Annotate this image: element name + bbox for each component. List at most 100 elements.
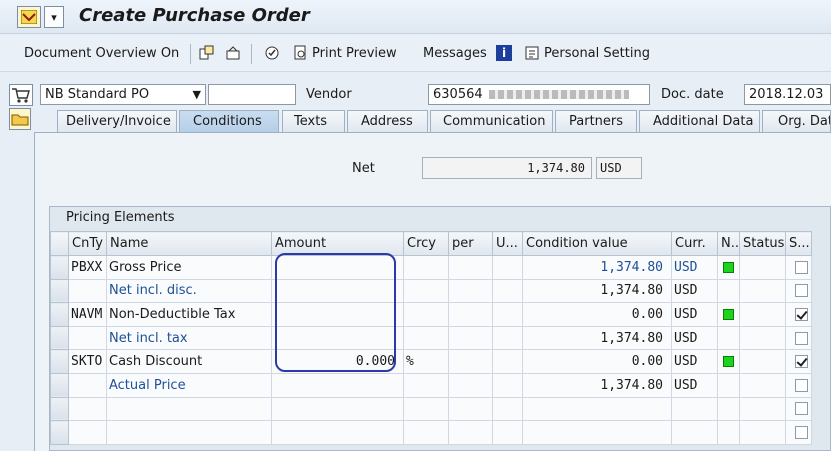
cell-crcy[interactable] <box>403 278 449 304</box>
vendor-field[interactable]: 630564 <box>428 84 650 105</box>
cell-crcy[interactable] <box>403 396 449 422</box>
row-selector[interactable] <box>50 420 69 445</box>
cell-unit[interactable] <box>492 278 523 304</box>
cell-amount[interactable] <box>271 372 404 398</box>
cell-per[interactable] <box>448 255 493 280</box>
table-row[interactable]: PBXX Gross Price 1,374.80 USD <box>50 255 812 280</box>
cell-name[interactable]: Non-Deductible Tax <box>106 302 272 327</box>
cell-unit[interactable] <box>492 255 523 280</box>
statistical-checkbox[interactable] <box>795 284 808 298</box>
cell-name[interactable]: Gross Price <box>106 255 272 280</box>
doc-date-field[interactable]: 2018.12.03 <box>744 84 831 105</box>
messages-button[interactable]: Messages <box>423 46 487 61</box>
row-selector[interactable] <box>50 396 69 422</box>
po-number-field[interactable] <box>208 84 296 105</box>
cell-unit[interactable] <box>492 396 523 422</box>
cell-unit[interactable] <box>492 420 523 445</box>
cell-per[interactable] <box>448 372 493 398</box>
column-header-condition-value[interactable]: Condition value <box>522 231 672 256</box>
tab-org-data[interactable]: Org. Data <box>762 110 831 132</box>
tab-address[interactable]: Address <box>347 110 428 132</box>
folder-icon[interactable] <box>9 108 31 130</box>
cell-per[interactable] <box>448 325 493 351</box>
cell-name[interactable] <box>106 420 272 445</box>
cell-crcy[interactable] <box>403 325 449 351</box>
cell-cnty[interactable] <box>68 325 107 351</box>
statistical-checkbox[interactable] <box>795 402 808 416</box>
row-selector[interactable] <box>50 278 69 304</box>
table-row[interactable] <box>50 396 812 422</box>
column-header-n[interactable]: N.. <box>717 231 740 256</box>
statistical-checkbox[interactable] <box>795 425 808 439</box>
cell-cnty[interactable] <box>68 372 107 398</box>
cell-cnty[interactable]: SKTO <box>68 349 107 374</box>
table-row[interactable]: NAVM Non-Deductible Tax 0.00 USD <box>50 302 812 327</box>
cell-crcy[interactable] <box>403 372 449 398</box>
tab-delivery-invoice[interactable]: Delivery/Invoice <box>57 110 177 132</box>
print-preview-icon[interactable] <box>292 45 308 61</box>
cell-crcy[interactable] <box>403 420 449 445</box>
chevron-down-icon[interactable]: ▼ <box>193 85 201 104</box>
row-selector[interactable] <box>50 255 69 280</box>
cell-cnty[interactable] <box>68 278 107 304</box>
tab-partners[interactable]: Partners <box>555 110 637 132</box>
statistical-checkbox[interactable] <box>795 331 808 345</box>
cell-name[interactable]: Actual Price <box>106 372 272 398</box>
document-overview-button[interactable]: Document Overview On <box>24 46 179 61</box>
cell-amount[interactable] <box>271 396 404 422</box>
cell-per[interactable] <box>448 349 493 374</box>
row-selector[interactable] <box>50 372 69 398</box>
column-header-amount[interactable]: Amount <box>271 231 404 256</box>
cell-amount[interactable] <box>271 420 404 445</box>
cell-unit[interactable] <box>492 325 523 351</box>
cell-cnty[interactable] <box>68 396 107 422</box>
table-row[interactable] <box>50 420 812 445</box>
cell-cnty[interactable]: PBXX <box>68 255 107 280</box>
cell-cnty[interactable] <box>68 420 107 445</box>
column-header-status[interactable]: Status <box>739 231 786 256</box>
sap-menu-button[interactable] <box>17 6 41 28</box>
row-selector[interactable] <box>50 325 69 351</box>
cell-name[interactable]: Net incl. tax <box>106 325 272 351</box>
tab-texts[interactable]: Texts <box>282 110 345 132</box>
statistical-checkbox[interactable] <box>795 307 808 321</box>
row-selector[interactable] <box>50 302 69 327</box>
cell-name[interactable]: Net incl. disc. <box>106 278 272 304</box>
hold-icon[interactable] <box>199 45 215 61</box>
row-selector[interactable] <box>50 349 69 374</box>
personal-setting-icon[interactable] <box>524 45 540 61</box>
statistical-checkbox[interactable] <box>795 378 808 392</box>
cell-name[interactable] <box>106 396 272 422</box>
table-row[interactable]: Actual Price 1,374.80 USD <box>50 372 812 398</box>
tab-communication[interactable]: Communication <box>430 110 553 132</box>
column-header-name[interactable]: Name <box>106 231 272 256</box>
tab-additional-data[interactable]: Additional Data <box>639 110 760 132</box>
document-overview-cart-icon[interactable] <box>9 84 33 106</box>
cell-cnty[interactable]: NAVM <box>68 302 107 327</box>
info-icon[interactable]: i <box>496 45 512 61</box>
table-row[interactable]: Net incl. disc. 1,374.80 USD <box>50 278 812 304</box>
print-preview-button[interactable]: Print Preview <box>312 46 397 61</box>
tab-conditions[interactable]: Conditions <box>179 110 279 132</box>
column-header-unit[interactable]: U... <box>492 231 523 256</box>
row-selector-header[interactable] <box>50 231 69 256</box>
cell-unit[interactable] <box>492 372 523 398</box>
cell-name[interactable]: Cash Discount <box>106 349 272 374</box>
column-header-crcy[interactable]: Crcy <box>403 231 449 256</box>
cell-crcy[interactable] <box>403 255 449 280</box>
other-purchase-order-icon[interactable] <box>225 45 241 61</box>
dropdown-menu-button[interactable]: ▾ <box>44 6 64 28</box>
cell-unit[interactable] <box>492 349 523 374</box>
table-row[interactable]: Net incl. tax 1,374.80 USD <box>50 325 812 351</box>
column-header-per[interactable]: per <box>448 231 493 256</box>
cell-per[interactable] <box>448 420 493 445</box>
column-header-curr[interactable]: Curr. <box>671 231 718 256</box>
cell-crcy[interactable]: % <box>403 349 449 374</box>
statistical-checkbox[interactable] <box>795 260 808 274</box>
table-row[interactable]: SKTO Cash Discount 0.000% 0.00 USD <box>50 349 812 374</box>
check-icon[interactable] <box>264 45 280 61</box>
personal-setting-button[interactable]: Personal Setting <box>544 46 650 61</box>
cell-crcy[interactable] <box>403 302 449 327</box>
column-header-cnty[interactable]: CnTy <box>68 231 107 256</box>
po-type-select[interactable]: NB Standard PO ▼ <box>40 84 206 105</box>
